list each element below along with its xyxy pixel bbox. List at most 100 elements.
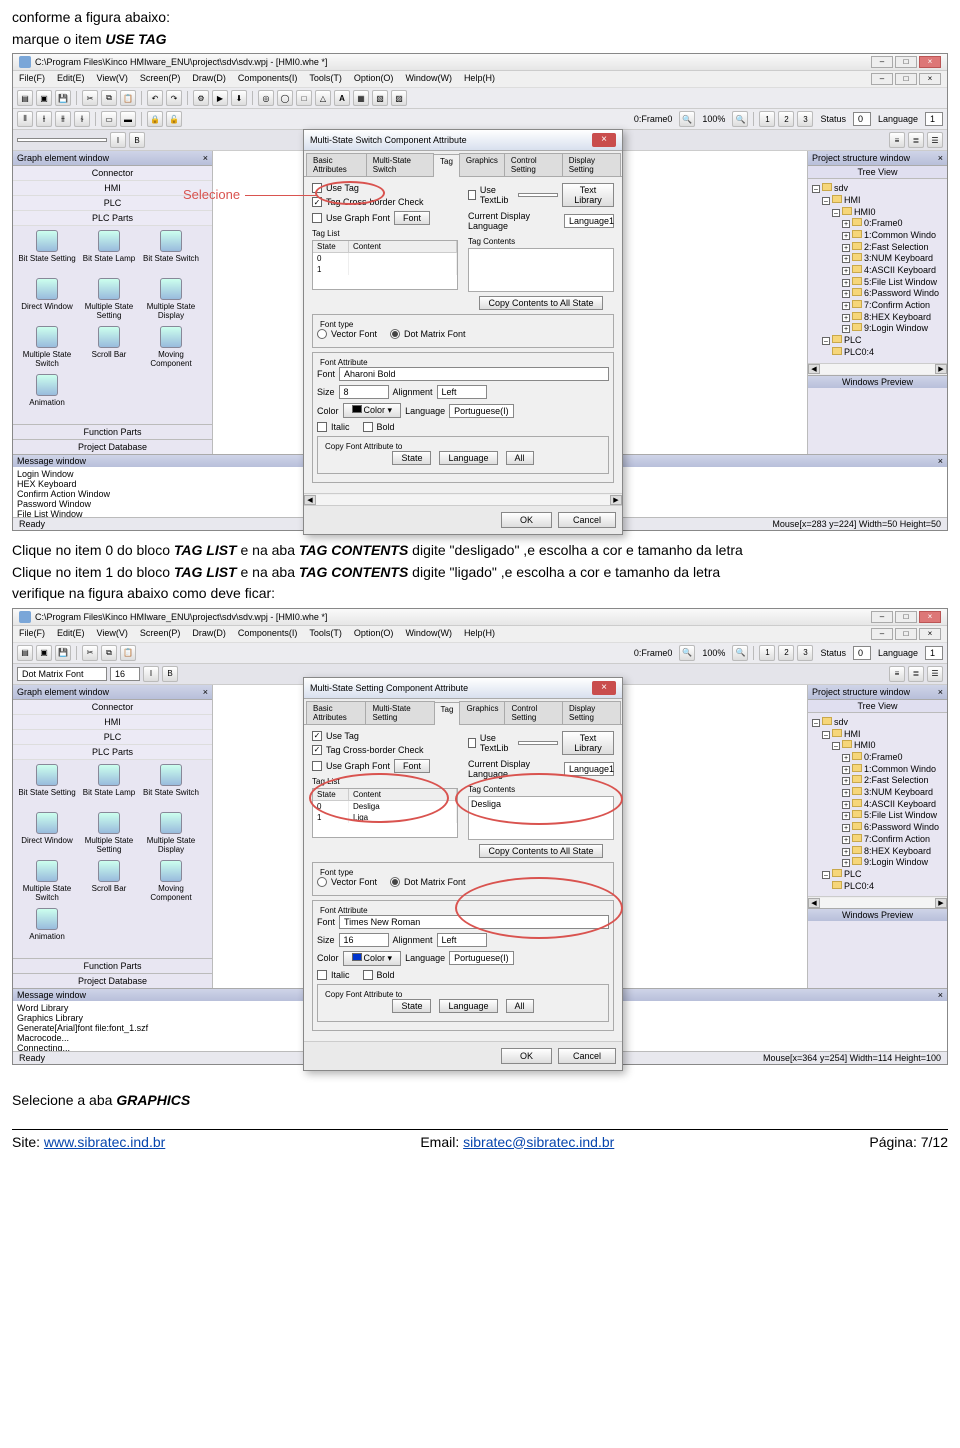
- child-close[interactable]: ×: [919, 73, 941, 85]
- vector-font-radio[interactable]: [317, 877, 327, 887]
- dialog-close-button[interactable]: ×: [592, 681, 616, 695]
- alignment-select[interactable]: Left: [437, 933, 487, 947]
- zoom-in[interactable]: 🔍: [732, 645, 748, 661]
- tree-item[interactable]: 4:ASCII Keyboard: [864, 799, 936, 809]
- menu-window[interactable]: Window(W): [405, 628, 452, 640]
- copy-all-button[interactable]: All: [506, 999, 534, 1013]
- menu-components[interactable]: Components(I): [238, 73, 298, 85]
- part-multi-state-display[interactable]: Multiple State Display: [141, 812, 201, 858]
- menu-help[interactable]: Help(H): [464, 628, 495, 640]
- dotmatrix-font-radio[interactable]: [390, 877, 400, 887]
- plc-row[interactable]: PLC: [13, 730, 212, 745]
- tb-open[interactable]: ▣: [36, 90, 52, 106]
- copy-state-button[interactable]: State: [392, 451, 431, 465]
- st-3[interactable]: 3: [797, 111, 813, 127]
- tb-save[interactable]: 💾: [55, 90, 71, 106]
- cancel-button[interactable]: Cancel: [558, 512, 616, 528]
- tree-plc0[interactable]: PLC0:4: [844, 347, 874, 357]
- tree-hmi0[interactable]: HMI0: [854, 207, 876, 217]
- lines1[interactable]: ≡: [889, 666, 905, 682]
- dialog-close-button[interactable]: ×: [592, 133, 616, 147]
- tab-project-database-2[interactable]: Project Database: [13, 973, 212, 988]
- tree-item[interactable]: 0:Frame0: [864, 752, 903, 762]
- cross-border-checkbox[interactable]: [312, 197, 322, 207]
- part-direct-window[interactable]: Direct Window: [17, 278, 77, 324]
- graph-font-checkbox[interactable]: [312, 761, 322, 771]
- st-2[interactable]: 2: [778, 645, 794, 661]
- tree-item[interactable]: 7:Confirm Action: [864, 834, 930, 844]
- menu-screen[interactable]: Screen(P): [140, 73, 181, 85]
- italic-checkbox[interactable]: [317, 970, 327, 980]
- part-bit-state-switch[interactable]: Bit State Switch: [141, 230, 201, 276]
- maximize-button[interactable]: □: [895, 611, 917, 623]
- plcparts-row[interactable]: PLC Parts: [13, 745, 212, 760]
- tb-sim[interactable]: ▶: [212, 90, 228, 106]
- font-select[interactable]: Times New Roman: [339, 915, 609, 929]
- part-direct-window[interactable]: Direct Window: [17, 812, 77, 858]
- ok-button[interactable]: OK: [501, 1048, 552, 1064]
- menu-file[interactable]: File(F): [19, 628, 45, 640]
- use-tag-checkbox[interactable]: [312, 731, 322, 741]
- graph-font-checkbox[interactable]: [312, 213, 322, 223]
- tab-display-setting[interactable]: Display Setting: [562, 153, 621, 176]
- tree-item[interactable]: 3:NUM Keyboard: [864, 253, 933, 263]
- f-bold[interactable]: B: [162, 666, 178, 682]
- tree-hmi0[interactable]: HMI0: [854, 740, 876, 750]
- tree-item[interactable]: 0:Frame0: [864, 218, 903, 228]
- tb-cut[interactable]: ✂: [82, 90, 98, 106]
- size-select[interactable]: 8: [339, 385, 389, 399]
- menu-file[interactable]: File(F): [19, 73, 45, 85]
- language-value[interactable]: 1: [925, 112, 943, 126]
- textlib-select[interactable]: [518, 193, 558, 197]
- tab-basic-attributes[interactable]: Basic Attributes: [306, 701, 366, 724]
- dlg-language-select[interactable]: Portuguese(I): [449, 404, 514, 418]
- part-bit-state-switch[interactable]: Bit State Switch: [141, 764, 201, 810]
- hmi-row[interactable]: HMI: [13, 715, 212, 730]
- tb-gr1[interactable]: ▭: [101, 111, 117, 127]
- cur-disp-lang-select[interactable]: Language1: [564, 214, 614, 228]
- tb-al4[interactable]: ⫳: [74, 111, 90, 127]
- tree-hmi[interactable]: HMI: [844, 729, 861, 739]
- row-0-state[interactable]: 0: [313, 253, 349, 264]
- close-icon[interactable]: ×: [938, 153, 943, 163]
- st-1[interactable]: 1: [759, 645, 775, 661]
- row-0-state[interactable]: 0: [313, 801, 349, 812]
- tree-item[interactable]: 9:Login Window: [864, 857, 928, 867]
- menu-help[interactable]: Help(H): [464, 73, 495, 85]
- tb-b[interactable]: ◯: [277, 90, 293, 106]
- tb-save[interactable]: 💾: [55, 645, 71, 661]
- dlg-language-select[interactable]: Portuguese(I): [449, 951, 514, 965]
- language-value-2[interactable]: 1: [925, 646, 943, 660]
- tree-item[interactable]: 5:File List Window: [864, 810, 937, 820]
- part-scroll-bar[interactable]: Scroll Bar: [79, 326, 139, 372]
- tb-new[interactable]: ▤: [17, 645, 33, 661]
- tab-display-setting[interactable]: Display Setting: [562, 701, 621, 724]
- tb-redo[interactable]: ↷: [166, 90, 182, 106]
- close-icon[interactable]: ×: [938, 687, 943, 697]
- bold-checkbox[interactable]: [363, 422, 373, 432]
- part-moving-component[interactable]: Moving Component: [141, 326, 201, 372]
- ok-button[interactable]: OK: [501, 512, 552, 528]
- f-bold[interactable]: I: [110, 132, 126, 148]
- use-textlib-checkbox[interactable]: [468, 738, 476, 748]
- menu-edit[interactable]: Edit(E): [57, 628, 85, 640]
- menu-tools[interactable]: Tools(T): [309, 73, 342, 85]
- tb-d[interactable]: △: [315, 90, 331, 106]
- menu-draw[interactable]: Draw(D): [192, 73, 226, 85]
- child-close[interactable]: ×: [919, 628, 941, 640]
- cancel-button[interactable]: Cancel: [558, 1048, 616, 1064]
- close-icon[interactable]: ×: [203, 687, 208, 697]
- tb-x3[interactable]: ▨: [391, 90, 407, 106]
- cross-border-checkbox[interactable]: [312, 745, 322, 755]
- tree-item[interactable]: 3:NUM Keyboard: [864, 787, 933, 797]
- menu-screen[interactable]: Screen(P): [140, 628, 181, 640]
- color-button[interactable]: Color ▾: [343, 403, 402, 418]
- menu-window[interactable]: Window(W): [405, 73, 452, 85]
- bold-checkbox[interactable]: [363, 970, 373, 980]
- st-1[interactable]: 1: [759, 111, 775, 127]
- font-family-select[interactable]: Dot Matrix Font: [17, 667, 107, 681]
- part-multi-state-setting[interactable]: Multiple State Setting: [79, 278, 139, 324]
- menu-option[interactable]: Option(O): [354, 73, 394, 85]
- part-bit-state-setting[interactable]: Bit State Setting: [17, 230, 77, 276]
- tab-graphics[interactable]: Graphics: [459, 153, 505, 176]
